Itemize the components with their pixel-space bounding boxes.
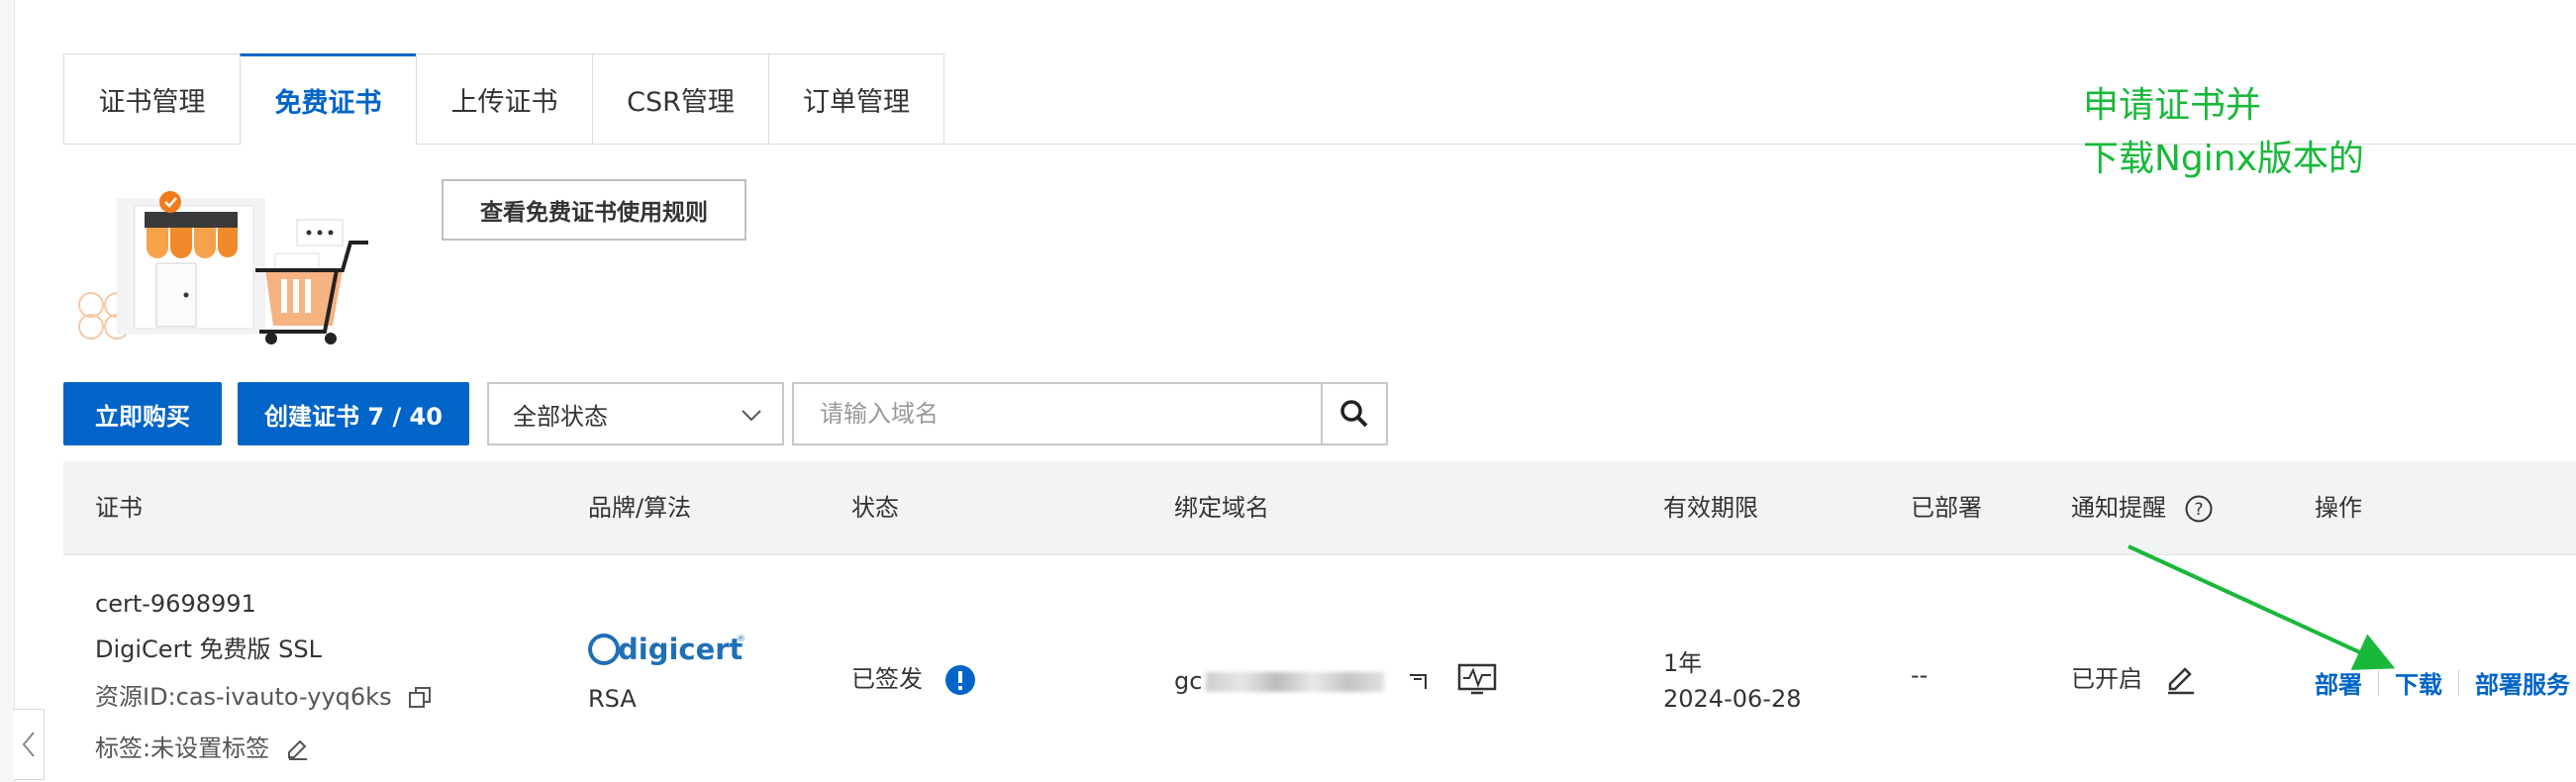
status-filter-value: 全部状态 — [513, 402, 608, 431]
col-brand: 品牌/算法 — [588, 494, 692, 522]
cert-name: cert-9698991 — [95, 590, 256, 618]
col-actions: 操作 — [2315, 494, 2362, 522]
domain-text: gc — [1174, 667, 1203, 695]
annotation-line-1: 申请证书并 — [2083, 85, 2262, 126]
tab-cert-management[interactable]: 证书管理 — [63, 53, 240, 145]
validity-period: 1年 — [1663, 649, 1703, 677]
deploy-link[interactable]: 部署 — [2315, 665, 2362, 700]
notify-status-text: 已开启 — [2071, 665, 2142, 693]
status-filter-select[interactable]: 全部状态 — [487, 382, 784, 445]
annotation-note: 申请证书并 下载Nginx版本的 — [2083, 79, 2364, 186]
domain-search — [792, 382, 1388, 445]
free-cert-rules-button[interactable]: 查看免费证书使用规则 — [442, 179, 746, 241]
domain-icons — [1406, 663, 1497, 701]
tab-order-management[interactable]: 订单管理 — [768, 53, 944, 145]
tab-bar: 证书管理 免费证书 上传证书 CSR管理 订单管理 — [63, 53, 944, 145]
left-rail — [0, 0, 15, 782]
search-icon — [1340, 400, 1368, 428]
table-row: cert-9698991 DigiCert 免费版 SSL 资源ID:cas-i… — [63, 554, 2576, 782]
domain-more-icon[interactable] — [1406, 669, 1432, 695]
cert-status-text: 已签发 — [851, 665, 923, 693]
shop-illustration — [77, 176, 404, 348]
chevron-down-icon — [742, 410, 761, 422]
cert-status: 已签发 — [851, 659, 976, 696]
col-status: 状态 — [851, 494, 899, 522]
cert-tag-text: 标签:未设置标签 — [95, 734, 270, 762]
col-deployed: 已部署 — [1911, 494, 1982, 522]
table-header: 证书 品牌/算法 状态 绑定域名 有效期限 已部署 通知提醒 ? 操作 — [63, 461, 2576, 555]
cert-type: DigiCert 免费版 SSL — [95, 635, 322, 663]
copy-icon[interactable] — [407, 685, 433, 711]
search-button[interactable] — [1321, 382, 1388, 445]
notify-status: 已开启 — [2071, 659, 2198, 697]
domain-search-input[interactable] — [792, 382, 1323, 445]
info-icon[interactable] — [944, 664, 976, 696]
create-cert-button[interactable]: 创建证书 7 / 40 — [238, 382, 469, 445]
col-validity: 有效期限 — [1663, 494, 1758, 522]
algorithm: RSA — [588, 685, 637, 713]
validity: 1年 2024-06-28 — [1663, 645, 1801, 717]
chevron-left-icon — [22, 732, 35, 757]
tab-upload-cert[interactable]: 上传证书 — [416, 53, 592, 145]
bound-domain: gc — [1174, 663, 1497, 701]
sidebar-collapse-button[interactable] — [14, 709, 45, 780]
svg-text:digicert: digicert — [618, 633, 743, 666]
domain-redacted — [1206, 672, 1385, 692]
resource-id-text: 资源ID:cas-ivauto-yyq6ks — [95, 683, 392, 711]
download-link[interactable]: 下载 — [2395, 665, 2442, 700]
svg-text:®: ® — [737, 635, 745, 644]
monitor-icon[interactable] — [1457, 663, 1497, 695]
action-separator — [2458, 669, 2459, 696]
buy-now-button[interactable]: 立即购买 — [63, 382, 222, 445]
edit-tag-icon[interactable] — [285, 737, 309, 761]
row-actions: 部署 下载 部署服务 — [2315, 665, 2570, 700]
deploy-service-link[interactable]: 部署服务 — [2475, 665, 2570, 700]
annotation-line-2: 下载Nginx版本的 — [2083, 139, 2364, 179]
tab-csr-management[interactable]: CSR管理 — [592, 53, 768, 145]
validity-date: 2024-06-28 — [1663, 685, 1802, 713]
tab-free-cert[interactable]: 免费证书 — [240, 53, 416, 145]
resource-id: 资源ID:cas-ivauto-yyq6ks — [95, 677, 433, 712]
deployed-count: -- — [1911, 661, 1929, 689]
digicert-logo: digicert ® — [588, 630, 750, 675]
action-separator — [2378, 669, 2379, 696]
svg-text:?: ? — [2194, 500, 2203, 520]
col-notify: 通知提醒 ? — [2071, 461, 2214, 554]
col-cert: 证书 — [95, 494, 143, 522]
edit-icon[interactable] — [2164, 663, 2198, 697]
cert-tag: 标签:未设置标签 — [95, 729, 309, 763]
col-domain: 绑定域名 — [1174, 494, 1269, 522]
help-icon[interactable]: ? — [2184, 494, 2214, 524]
col-notify-label: 通知提醒 — [2071, 494, 2166, 522]
